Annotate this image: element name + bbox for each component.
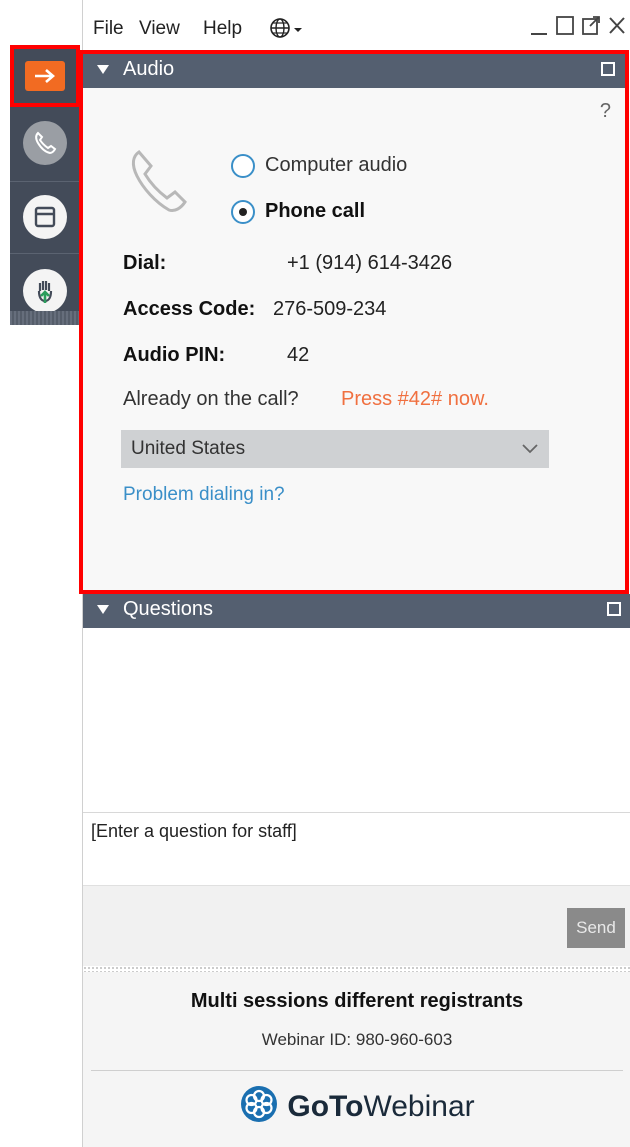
window-controls [529, 14, 627, 41]
menu-file[interactable]: File [93, 18, 124, 40]
phone-call-radio[interactable] [231, 200, 255, 224]
webinar-id: Webinar ID: 980-960-603 [261, 1030, 453, 1049]
session-footer: Multi sessions different registrants Web… [83, 972, 630, 1147]
dial-number: +1 (914) 614-3426 [287, 252, 453, 274]
audio-panel-header[interactable]: Audio [83, 54, 625, 88]
window-icon [23, 195, 67, 239]
computer-audio-radio[interactable] [231, 154, 255, 178]
language-globe-icon[interactable] [269, 16, 305, 46]
menu-help[interactable]: Help [203, 18, 242, 40]
questions-log [83, 628, 630, 813]
audio-panel-title: Audio [123, 58, 175, 80]
session-title: Multi sessions different registrants [190, 990, 524, 1012]
audio-panel-button[interactable] [10, 107, 80, 179]
send-button[interactable]: Send [567, 908, 625, 948]
divider [91, 1070, 623, 1071]
problem-dialing-link[interactable]: Problem dialing in? [123, 484, 285, 506]
raise-hand-icon [23, 269, 67, 313]
brand-goto: GoTo [287, 1089, 364, 1123]
phone-call-label[interactable]: Phone call [265, 200, 365, 223]
access-code-label: Access Code: [123, 298, 256, 320]
access-code-value: 276-509-234 [273, 298, 387, 320]
chevron-down-icon [521, 442, 539, 460]
question-input-placeholder: [Enter a question for staff] [91, 821, 297, 841]
questions-panel-title: Questions [123, 598, 214, 620]
phone-handset-icon [123, 146, 195, 223]
questions-panel-header[interactable]: Questions [83, 594, 630, 628]
pop-out-icon[interactable] [581, 14, 601, 41]
audio-pin-value: 42 [287, 344, 310, 366]
menu-bar: File View Help [83, 0, 630, 50]
collapse-triangle-icon [97, 605, 109, 614]
collapse-triangle-icon [97, 65, 109, 74]
undock-icon[interactable] [607, 602, 621, 616]
phone-icon [23, 121, 67, 165]
country-select[interactable]: United States [121, 430, 549, 468]
menu-view[interactable]: View [139, 18, 180, 40]
already-on-call-text: Already on the call? [123, 388, 299, 410]
country-select-value: United States [131, 438, 246, 459]
close-icon[interactable] [607, 14, 627, 41]
question-input[interactable]: [Enter a question for staff] [83, 813, 630, 886]
maximize-icon[interactable] [555, 14, 575, 41]
audio-panel: Audio ? Computer audio Phone call Dial: … [79, 50, 629, 594]
audio-help-button[interactable]: ? [600, 100, 611, 123]
brand-webinar: Webinar [363, 1089, 475, 1123]
collapse-toolbar-button[interactable] [10, 45, 80, 107]
side-toolbar [10, 45, 80, 325]
computer-audio-label[interactable]: Computer audio [265, 154, 407, 177]
dial-label: Dial: [123, 252, 167, 274]
undock-icon[interactable] [601, 62, 615, 76]
minimize-icon[interactable] [529, 14, 549, 41]
arrow-right-icon [25, 61, 65, 91]
window-panel-button[interactable] [10, 181, 80, 253]
gotowebinar-control-panel: File View Help Audio ? Computer audio Ph… [79, 0, 630, 1147]
press-pin-instruction: Press #42# now. [341, 388, 489, 410]
gotowebinar-flower-icon [239, 1084, 279, 1129]
audio-pin-label: Audio PIN: [123, 344, 226, 366]
send-area: Send [83, 886, 630, 966]
gotowebinar-logo: GoToWebinar [83, 1084, 630, 1129]
